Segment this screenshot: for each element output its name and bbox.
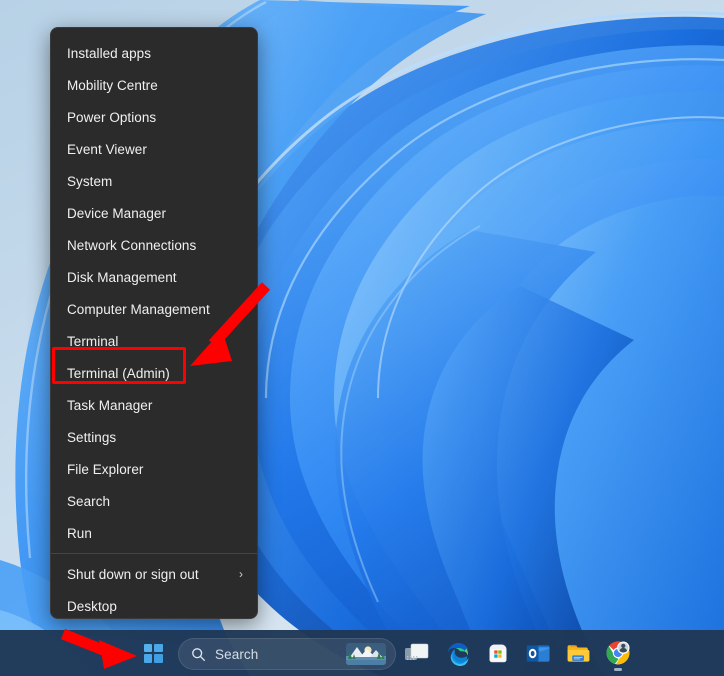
search-icon <box>191 647 206 662</box>
running-indicator <box>614 668 622 671</box>
file-explorer-icon <box>567 645 589 662</box>
start-button[interactable] <box>136 633 170 673</box>
win-x-power-user-menu[interactable]: Installed apps Mobility Centre Power Opt… <box>50 27 258 619</box>
google-chrome-button[interactable] <box>598 633 638 673</box>
menu-item-device-manager[interactable]: Device Manager <box>51 197 257 229</box>
search-placeholder: Search <box>215 646 259 662</box>
menu-item-file-explorer[interactable]: File Explorer <box>51 453 257 485</box>
taskbar-search-box[interactable]: Search <box>178 638 396 670</box>
windows-logo-icon <box>143 643 163 663</box>
highlight-box-terminal-admin <box>52 347 186 384</box>
menu-item-label: Task Manager <box>67 397 153 413</box>
task-view-icon <box>405 643 429 660</box>
outlook-button[interactable] <box>518 633 558 673</box>
microsoft-store-icon <box>489 644 507 663</box>
menu-item-label: Search <box>67 493 111 509</box>
menu-item-label: Power Options <box>67 109 157 125</box>
menu-item-power-options[interactable]: Power Options <box>51 101 257 133</box>
menu-item-network-connections[interactable]: Network Connections <box>51 229 257 261</box>
menu-item-label: Computer Management <box>67 301 210 317</box>
chevron-right-icon: › <box>238 567 243 581</box>
menu-item-label: Disk Management <box>67 269 177 285</box>
microsoft-edge-icon <box>447 642 469 666</box>
menu-item-label: Run <box>67 525 92 541</box>
menu-item-shut-down-or-sign-out[interactable]: Shut down or sign out › <box>51 558 257 590</box>
menu-item-label: Desktop <box>67 598 117 614</box>
menu-item-system[interactable]: System <box>51 165 257 197</box>
menu-item-label: Device Manager <box>67 205 166 221</box>
menu-item-search[interactable]: Search <box>51 485 257 517</box>
menu-item-settings[interactable]: Settings <box>51 421 257 453</box>
menu-separator <box>51 553 257 554</box>
menu-item-task-manager[interactable]: Task Manager <box>51 389 257 421</box>
google-chrome-icon <box>606 641 630 665</box>
menu-item-label: Mobility Centre <box>67 77 158 93</box>
menu-item-label: Installed apps <box>67 45 152 61</box>
menu-item-label: Settings <box>67 429 117 445</box>
menu-item-label: Network Connections <box>67 237 197 253</box>
menu-item-label: Shut down or sign out <box>67 566 199 582</box>
outlook-icon <box>526 644 550 662</box>
menu-item-run[interactable]: Run <box>51 517 257 549</box>
microsoft-store-button[interactable] <box>478 633 518 673</box>
menu-item-desktop[interactable]: Desktop <box>51 590 257 618</box>
menu-item-installed-apps[interactable]: Installed apps <box>51 37 257 69</box>
menu-item-label: File Explorer <box>67 461 144 477</box>
file-explorer-button[interactable] <box>558 633 598 673</box>
menu-item-mobility-centre[interactable]: Mobility Centre <box>51 69 257 101</box>
menu-item-computer-management[interactable]: Computer Management <box>51 293 257 325</box>
menu-item-disk-management[interactable]: Disk Management <box>51 261 257 293</box>
task-view-button[interactable] <box>398 633 438 673</box>
search-highlight-thumbnail <box>346 643 386 665</box>
microsoft-edge-button[interactable] <box>438 633 478 673</box>
desktop-screen: Installed apps Mobility Centre Power Opt… <box>0 0 724 676</box>
menu-item-event-viewer[interactable]: Event Viewer <box>51 133 257 165</box>
menu-item-label: Event Viewer <box>67 141 147 157</box>
menu-item-label: System <box>67 173 113 189</box>
